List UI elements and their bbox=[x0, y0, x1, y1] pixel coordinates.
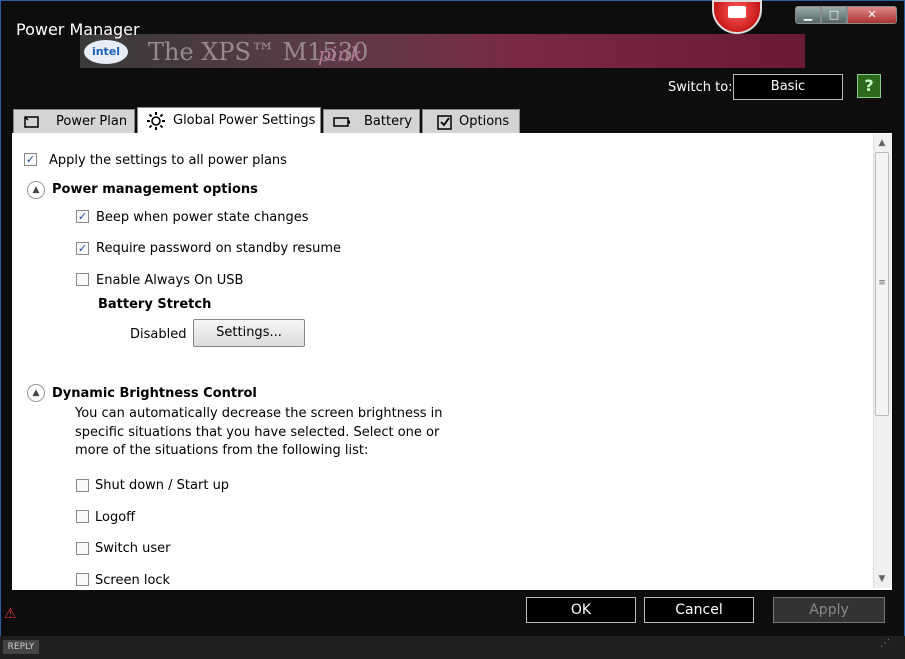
usb-checkbox[interactable] bbox=[76, 273, 89, 286]
apply-all-checkbox[interactable]: ✓ bbox=[24, 153, 37, 166]
maximize-button[interactable]: □ bbox=[821, 6, 847, 24]
brightness-description-line: You can automatically decrease the scree… bbox=[75, 406, 443, 421]
warning-icon: ⚠ bbox=[4, 606, 17, 622]
power-plan-icon bbox=[24, 116, 39, 128]
collapse-brightness-icon[interactable]: ▲ bbox=[27, 384, 45, 402]
switch-to-label: Switch to: bbox=[668, 80, 733, 95]
cancel-button[interactable]: Cancel bbox=[644, 597, 754, 623]
tab-battery[interactable]: Battery bbox=[323, 109, 420, 133]
tab-options[interactable]: Options bbox=[422, 109, 520, 133]
brightness-description-line: specific situations that you have select… bbox=[75, 425, 440, 440]
password-label: Require password on standby resume bbox=[96, 241, 342, 256]
screen-lock-label: Screen lock bbox=[95, 573, 171, 588]
ok-button[interactable]: OK bbox=[526, 597, 636, 623]
tab-label: Global Power Settings bbox=[173, 113, 316, 128]
tab-label: Power Plan bbox=[56, 114, 128, 129]
battery-icon bbox=[333, 117, 350, 127]
section-heading: Dynamic Brightness Control bbox=[52, 386, 257, 401]
minimize-button[interactable]: ▁ bbox=[795, 6, 821, 24]
tab-label: Battery bbox=[364, 114, 413, 129]
beep-checkbox[interactable]: ✓ bbox=[76, 210, 89, 223]
gear-icon bbox=[147, 112, 165, 130]
apply-all-label: Apply the settings to all power plans bbox=[49, 153, 287, 168]
help-icon[interactable]: ? bbox=[857, 74, 881, 98]
scroll-grip-icon: ≡ bbox=[878, 278, 886, 288]
scroll-up-icon[interactable]: ▲ bbox=[873, 134, 891, 152]
usb-label: Enable Always On USB bbox=[96, 273, 244, 288]
reply-tag[interactable]: REPLY bbox=[3, 640, 39, 654]
section-heading: Power management options bbox=[52, 182, 258, 197]
switch-user-label: Switch user bbox=[95, 541, 171, 556]
collapse-power-options-icon[interactable]: ▲ bbox=[27, 181, 45, 199]
scroll-down-icon[interactable]: ▼ bbox=[873, 570, 891, 588]
settings-panel bbox=[12, 133, 892, 590]
logoff-checkbox[interactable] bbox=[76, 510, 89, 523]
brightness-description-line: more of the situations from the followin… bbox=[75, 443, 369, 458]
tab-power-plan[interactable]: Power Plan bbox=[13, 109, 135, 133]
battery-stretch-heading: Battery Stretch bbox=[98, 297, 212, 312]
apply-button[interactable]: Apply bbox=[773, 597, 885, 623]
shutdown-label: Shut down / Start up bbox=[95, 478, 230, 493]
logoff-label: Logoff bbox=[95, 510, 136, 525]
close-button[interactable]: ✕ bbox=[847, 6, 897, 24]
beep-label: Beep when power state changes bbox=[96, 210, 309, 225]
battery-stretch-settings-button[interactable]: Settings... bbox=[193, 319, 305, 347]
password-checkbox[interactable]: ✓ bbox=[76, 242, 89, 255]
status-strip bbox=[0, 636, 905, 659]
tab-label: Options bbox=[459, 114, 510, 129]
resize-grip-icon[interactable]: ⋰ bbox=[880, 638, 896, 654]
battery-stretch-status: Disabled bbox=[130, 327, 187, 342]
switch-user-checkbox[interactable] bbox=[76, 542, 89, 555]
switch-basic-button[interactable]: Basic bbox=[733, 74, 843, 100]
screen-lock-checkbox[interactable] bbox=[76, 573, 89, 586]
banner-text-italic: pink bbox=[318, 42, 363, 66]
checkbox-icon bbox=[437, 115, 452, 130]
tab-global-power-settings[interactable]: Global Power Settings bbox=[137, 107, 321, 133]
shutdown-checkbox[interactable] bbox=[76, 479, 89, 492]
window-title: Power Manager bbox=[16, 20, 140, 39]
intel-logo: intel bbox=[84, 40, 128, 64]
